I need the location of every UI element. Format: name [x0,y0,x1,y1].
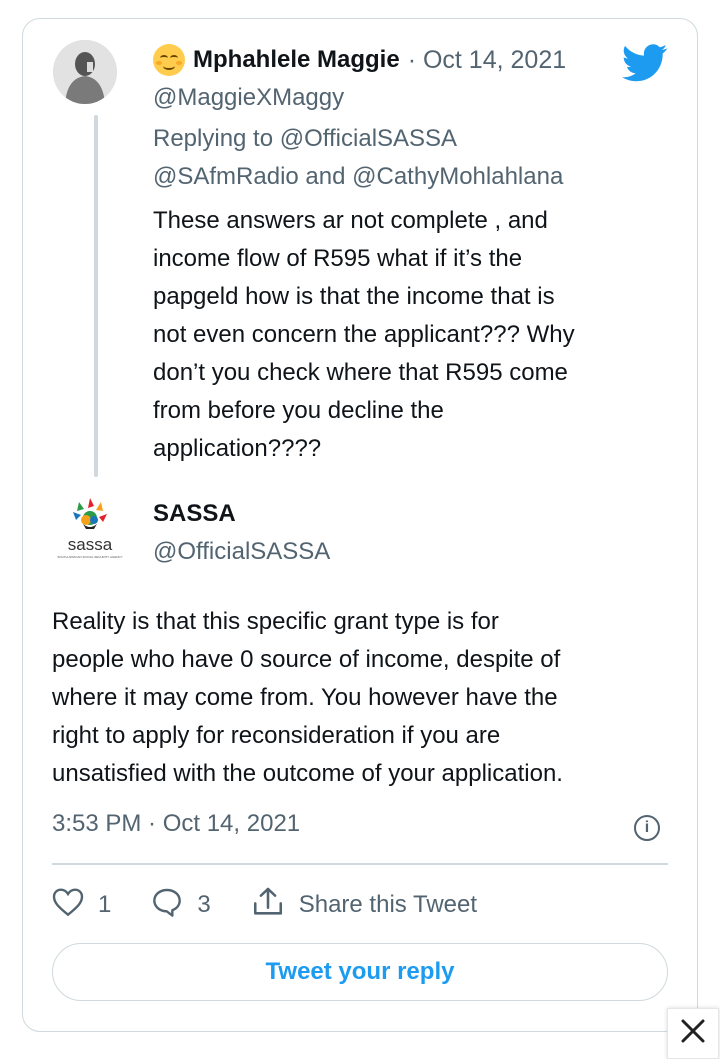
tweet2-line: unsatisfied with the outcome of your app… [52,760,563,787]
tweet1-handle[interactable]: @MaggieXMaggy [153,84,344,112]
replying-to-line: Replying to @OfficialSASSA @SAfmRadio an… [153,120,563,196]
smiling-face-emoji-icon [153,44,185,76]
like-count: 1 [98,891,112,918]
tweet1-body: These answers ar not complete , and inco… [153,202,653,468]
reply-count: 3 [197,891,211,918]
share-button[interactable]: Share this Tweet [251,886,477,925]
sassa-logo-tagline: SOUTH AFRICAN SOCIAL SECURITY AGENCY [57,555,122,559]
mention-safmradio[interactable]: @SAfmRadio [153,163,299,190]
avatar-maggie[interactable] [53,40,117,104]
like-button[interactable]: 1 [52,887,111,924]
reply-bubble-icon [151,887,183,924]
tweet1-line: not even concern the applicant??? Why [153,321,575,348]
replying-and: and [305,163,346,190]
tweet2-line: where it may come from. You however have… [52,684,558,711]
tweet2-body: Reality is that this specific grant type… [52,603,672,793]
tweet1-author-name[interactable]: Mphahlele Maggie [193,46,400,74]
info-icon[interactable]: i [634,815,660,841]
replying-to-label: Replying to [153,125,274,152]
share-icon [251,886,285,925]
tweet-your-reply-button[interactable]: Tweet your reply [52,943,668,1001]
reply-button[interactable]: 3 [151,887,211,924]
tweet2-line: Reality is that this specific grant type… [52,608,499,635]
avatar-sassa-logo[interactable]: sassa SOUTH AFRICAN SOCIAL SECURITY AGEN… [53,490,127,564]
mention-officialsassa[interactable]: @OfficialSASSA [280,125,457,152]
thread-connector-line [94,115,98,477]
close-icon [680,1018,706,1049]
tweet2-timestamp[interactable]: 3:53 PM · Oct 14, 2021 [52,810,300,838]
share-label: Share this Tweet [298,891,478,918]
tweet1-line: income flow of R595 what if it’s the [153,245,523,272]
tweet1-line: don’t you check where that R595 come [153,359,568,386]
sassa-logo-text: sassa [68,535,113,554]
close-button[interactable] [667,1008,719,1059]
tweet1-author-row: Mphahlele Maggie · Oct 14, 2021 [153,44,566,76]
tweet1-date[interactable]: · Oct 14, 2021 [408,46,566,75]
twitter-bird-icon[interactable] [621,44,668,87]
tweet2-handle[interactable]: @OfficialSASSA [153,538,330,566]
mention-cathymohlahlana[interactable]: @CathyMohlahlana [352,163,563,190]
tweet2-line: right to apply for reconsideration if yo… [52,722,501,749]
tweet1-line: application???? [153,435,322,462]
tweet1-line: from before you decline the [153,397,444,424]
heart-icon [52,887,84,924]
tweet2-author-name[interactable]: SASSA [153,500,236,528]
tweet1-line: papgeld how is that the income that is [153,283,555,310]
tweet-actions-bar: 1 3 Share this Tweet [52,885,517,925]
tweet1-line: These answers ar not complete , and [153,207,548,234]
divider [52,863,668,865]
tweet2-line: people who have 0 source of income, desp… [52,646,561,673]
